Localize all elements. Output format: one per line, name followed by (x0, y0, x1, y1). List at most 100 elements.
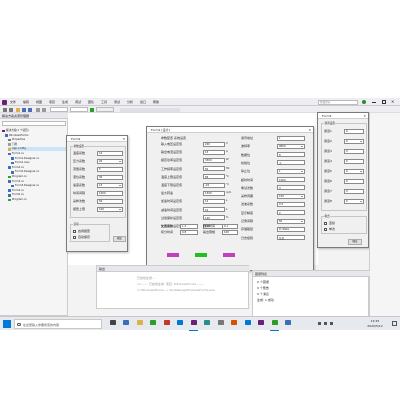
color-button[interactable] (223, 253, 235, 257)
field-input[interactable]: 信息 (277, 235, 305, 241)
field-input[interactable]: 1500 (203, 190, 225, 196)
field-input[interactable]: 0.1 (222, 223, 238, 229)
field-input[interactable]: 9600 (277, 143, 305, 149)
option-checkbox[interactable] (73, 235, 76, 239)
volume-icon[interactable] (324, 322, 327, 325)
taskbar-app-icon[interactable] (268, 317, 281, 331)
maximize-icon[interactable] (382, 100, 386, 104)
field-input[interactable]: 0 (344, 158, 364, 164)
quick-launch-input[interactable]: 快速启动 (318, 99, 358, 105)
field-input[interactable]: 20 (97, 158, 123, 164)
field-input[interactable]: 2 (277, 210, 305, 216)
field-input[interactable]: 10 (97, 150, 123, 156)
option-checkbox[interactable] (73, 229, 76, 233)
right-dialog-close-icon[interactable]: ✕ (363, 114, 366, 118)
config-select[interactable] (50, 107, 68, 112)
field-input[interactable]: 0 (344, 128, 364, 134)
notification-icon[interactable] (392, 321, 397, 326)
close-icon[interactable]: ✕ (391, 99, 394, 104)
menu-item[interactable]: 分析 (127, 100, 133, 104)
save-icon[interactable] (22, 107, 26, 112)
network-icon[interactable] (318, 322, 321, 325)
forward-icon[interactable] (9, 107, 13, 112)
solution-search-input[interactable] (2, 121, 66, 126)
field-input[interactable]: 100 (277, 193, 305, 199)
field-input[interactable]: 5 (97, 166, 123, 172)
taskbar-app-icon[interactable] (201, 317, 214, 327)
taskbar-app-icon[interactable] (106, 317, 119, 327)
taskbar-app-icon[interactable] (160, 317, 173, 327)
menu-item[interactable]: 项目 (49, 100, 55, 104)
taskbar-app-icon[interactable] (133, 317, 146, 327)
field-input[interactable]: 120 (203, 215, 225, 221)
field-input[interactable]: 0 (344, 198, 364, 204)
field-input[interactable]: 85 (203, 174, 225, 180)
menu-item[interactable]: 编辑 (23, 100, 29, 104)
field-input[interactable]: 1 (277, 168, 305, 174)
field-input[interactable]: 0.8 (180, 229, 198, 235)
platform-select[interactable] (70, 107, 88, 112)
account-icon[interactable] (362, 100, 366, 104)
field-input[interactable]: -20 (203, 182, 225, 188)
taskbar-app-icon[interactable] (187, 317, 200, 331)
field-input[interactable]: 1000 (97, 190, 123, 196)
tree-item[interactable]: Properties (8, 138, 74, 142)
taskbar-app-icon[interactable] (214, 317, 227, 327)
field-input[interactable]: 100 (97, 206, 123, 212)
color-button[interactable] (167, 253, 179, 257)
field-input[interactable]: 15 (203, 149, 225, 155)
field-input[interactable]: 0 (344, 148, 364, 154)
field-input[interactable]: 1.2 (180, 223, 198, 229)
open-icon[interactable] (16, 107, 20, 112)
menu-item[interactable]: 生成 (62, 100, 68, 104)
taskbar-app-icon[interactable] (147, 317, 160, 327)
field-input[interactable]: 1000 (277, 177, 305, 182)
menu-item[interactable]: 测试 (114, 100, 120, 104)
taskbar-app-icon[interactable] (174, 317, 187, 327)
field-input[interactable]: 0 (344, 168, 364, 174)
tree-item[interactable]: Form3.cs (8, 180, 74, 184)
menu-item[interactable]: 窗口 (140, 100, 146, 104)
right-dialog-ok-button[interactable]: 确定 (348, 239, 362, 245)
taskbar-app-icon[interactable] (120, 317, 133, 327)
start-button[interactable] (3, 320, 11, 328)
tree-item[interactable]: Form5.cs (8, 193, 74, 197)
field-input[interactable]: 0.5 (277, 201, 305, 207)
field-input[interactable]: 无 (277, 160, 305, 166)
tree-item[interactable]: 解决方案(1 个项目) (2, 129, 68, 133)
tree-item[interactable]: App.config (8, 147, 74, 152)
color-button[interactable] (195, 253, 207, 257)
menu-item[interactable]: 帮助 (153, 100, 159, 104)
start-button[interactable] (96, 107, 114, 112)
menu-item[interactable]: 团队 (88, 100, 94, 104)
field-input[interactable]: 3 (277, 185, 305, 191)
field-input[interactable]: 0 (344, 138, 364, 144)
save-all-icon[interactable] (28, 107, 32, 112)
field-input[interactable]: 100 (222, 229, 238, 235)
undo-icon[interactable] (36, 107, 40, 112)
taskbar-app-icon[interactable] (228, 317, 241, 327)
tree-item[interactable]: Form1.cs (8, 152, 74, 156)
option-checkbox[interactable] (324, 221, 327, 225)
field-input[interactable]: 50 (97, 198, 123, 204)
tree-item[interactable]: WindowsForms (5, 134, 71, 138)
field-input[interactable]: 1 (277, 135, 305, 141)
left-dialog-close-icon[interactable]: ✕ (122, 137, 125, 141)
main-dialog-close-icon[interactable]: ✕ (308, 128, 311, 132)
taskbar-app-icon[interactable] (255, 317, 268, 327)
option-checkbox[interactable] (324, 227, 327, 231)
menu-item[interactable]: 视图 (36, 100, 42, 104)
field-input[interactable]: 60 (277, 218, 305, 224)
back-icon[interactable] (3, 107, 7, 112)
minimize-icon[interactable] (372, 101, 376, 103)
field-input[interactable]: D:\Data (277, 226, 305, 232)
start-icon[interactable] (90, 107, 94, 112)
field-input[interactable]: 0 (344, 188, 364, 194)
field-input[interactable]: 10 (203, 198, 225, 204)
field-input[interactable]: 3300 (203, 157, 225, 163)
menu-item[interactable]: 文件 (10, 100, 16, 104)
menu-item[interactable]: 工具 (101, 100, 107, 104)
ime-icon[interactable] (330, 322, 333, 325)
menu-item[interactable]: 调试 (75, 100, 81, 104)
redo-icon[interactable] (42, 107, 46, 112)
